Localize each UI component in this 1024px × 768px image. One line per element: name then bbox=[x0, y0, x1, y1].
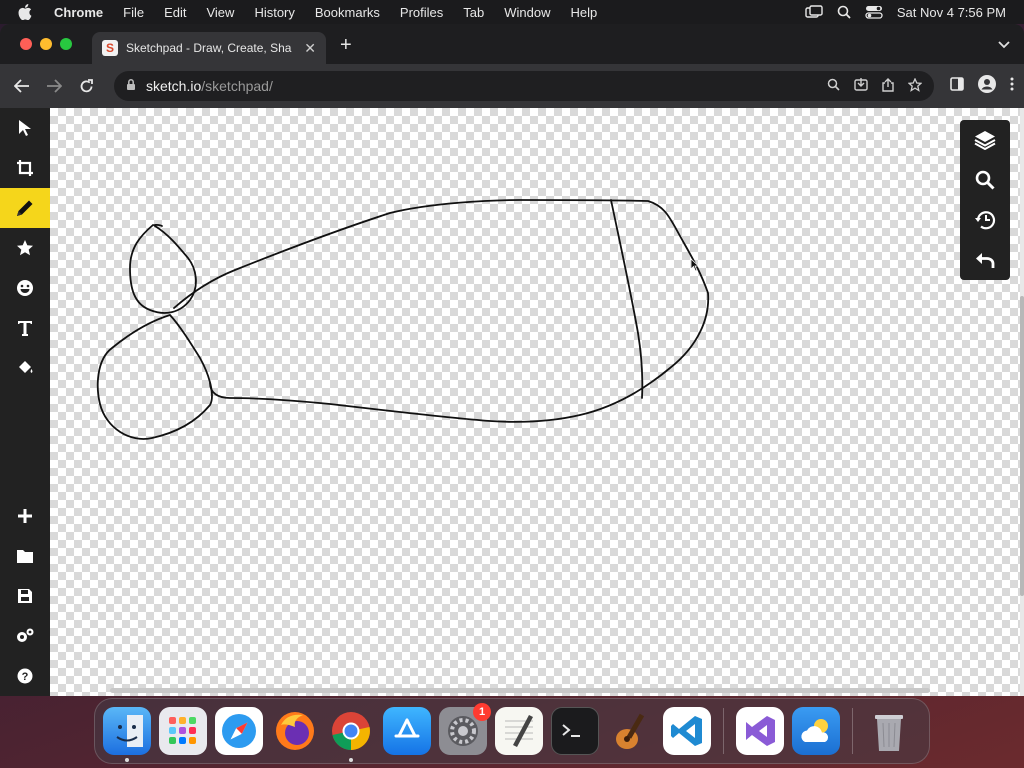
screen-mirroring-icon[interactable] bbox=[805, 5, 823, 19]
stroke-vertical-line bbox=[610, 199, 644, 399]
dock-visual-studio-icon[interactable] bbox=[736, 707, 784, 755]
menu-help[interactable]: Help bbox=[571, 5, 598, 20]
chrome-running-indicator bbox=[349, 758, 353, 762]
back-button[interactable] bbox=[10, 74, 34, 98]
spotlight-search-icon[interactable] bbox=[837, 5, 851, 19]
emoji-tool-button[interactable] bbox=[0, 268, 50, 308]
settings-gears-icon[interactable] bbox=[0, 616, 50, 656]
forward-button[interactable] bbox=[42, 74, 66, 98]
right-panel bbox=[960, 120, 1010, 280]
macos-menu-bar: Chrome File Edit View History Bookmarks … bbox=[0, 0, 1024, 24]
browser-menu-icon[interactable] bbox=[1010, 77, 1014, 96]
new-document-button[interactable] bbox=[0, 496, 50, 536]
lock-icon[interactable] bbox=[126, 78, 136, 94]
address-bar-actions bbox=[827, 76, 923, 95]
layers-button[interactable] bbox=[960, 120, 1010, 160]
drawing-canvas[interactable] bbox=[50, 108, 1020, 696]
dock-chrome-icon[interactable] bbox=[327, 707, 375, 762]
dock-vscode-icon[interactable] bbox=[663, 707, 711, 755]
menu-bar-clock[interactable]: Sat Nov 4 7:56 PM bbox=[897, 5, 1006, 20]
stamp-star-tool-button[interactable] bbox=[0, 228, 50, 268]
dock-safari-icon[interactable] bbox=[215, 707, 263, 755]
undo-button[interactable] bbox=[960, 240, 1010, 280]
url-path: /sketchpad/ bbox=[201, 78, 273, 94]
stroke-lower-loop bbox=[96, 314, 213, 440]
control-center-icon[interactable] bbox=[865, 5, 883, 19]
dock-terminal-icon[interactable] bbox=[551, 707, 599, 755]
dock-separator-2 bbox=[852, 708, 853, 754]
menu-tab[interactable]: Tab bbox=[463, 5, 484, 20]
bookmark-star-icon[interactable] bbox=[907, 76, 923, 95]
new-tab-button[interactable]: + bbox=[340, 34, 352, 57]
search-page-icon[interactable] bbox=[827, 78, 840, 95]
system-settings-badge: 1 bbox=[473, 703, 491, 721]
profile-avatar-icon[interactable] bbox=[978, 74, 996, 98]
dock-app-store-icon[interactable] bbox=[383, 707, 431, 755]
open-folder-button[interactable] bbox=[0, 536, 50, 576]
url-host: sketch.io bbox=[146, 78, 202, 94]
text-tool-button[interactable] bbox=[0, 308, 50, 348]
browser-actions bbox=[950, 74, 1014, 98]
dock-garageband-icon[interactable] bbox=[607, 707, 655, 755]
dock-system-settings-icon[interactable]: 1 bbox=[439, 703, 491, 755]
mouse-pointer-icon bbox=[690, 258, 700, 277]
chrome-window: S Sketchpad - Draw, Create, Sha ✕ + sket… bbox=[0, 24, 1024, 696]
finder-running-indicator bbox=[125, 758, 129, 762]
vertical-scrollbar-thumb[interactable] bbox=[1020, 296, 1024, 596]
dock-finder-icon[interactable] bbox=[103, 707, 151, 762]
dock-separator bbox=[723, 708, 724, 754]
dock-weather-icon[interactable] bbox=[792, 707, 840, 755]
dock-launchpad-icon[interactable] bbox=[159, 707, 207, 755]
zoom-window-button[interactable] bbox=[60, 38, 72, 50]
menu-history[interactable]: History bbox=[254, 5, 294, 20]
vertical-scrollbar[interactable] bbox=[1020, 108, 1024, 696]
pencil-tool-button[interactable] bbox=[0, 188, 50, 228]
menu-edit[interactable]: Edit bbox=[164, 5, 186, 20]
menu-bookmarks[interactable]: Bookmarks bbox=[315, 5, 380, 20]
menu-profiles[interactable]: Profiles bbox=[400, 5, 443, 20]
horizontal-scrollbar[interactable] bbox=[110, 688, 930, 693]
zoom-button[interactable] bbox=[960, 160, 1010, 200]
dock-firefox-icon[interactable] bbox=[271, 707, 319, 755]
menu-view[interactable]: View bbox=[206, 5, 234, 20]
close-tab-icon[interactable]: ✕ bbox=[304, 40, 316, 57]
address-bar[interactable]: sketch.io/sketchpad/ bbox=[114, 71, 934, 101]
apple-menu-icon[interactable] bbox=[18, 4, 36, 20]
left-toolbar: ? bbox=[0, 108, 50, 696]
side-panel-icon[interactable] bbox=[950, 76, 964, 96]
sketchpad-favicon-icon: S bbox=[102, 40, 118, 56]
tab-search-chevron-icon[interactable] bbox=[998, 36, 1010, 54]
browser-toolbar: sketch.io/sketchpad/ bbox=[0, 64, 1024, 108]
menu-app-name[interactable]: Chrome bbox=[54, 5, 103, 20]
crop-tool-button[interactable] bbox=[0, 148, 50, 188]
reload-button[interactable] bbox=[74, 74, 98, 98]
close-window-button[interactable] bbox=[20, 38, 32, 50]
window-controls bbox=[20, 38, 72, 50]
dock-textedit-icon[interactable] bbox=[495, 707, 543, 755]
macos-dock: 1 bbox=[94, 698, 930, 764]
svg-text:?: ? bbox=[22, 671, 29, 683]
menu-file[interactable]: File bbox=[123, 5, 144, 20]
tab-strip: S Sketchpad - Draw, Create, Sha ✕ + bbox=[0, 24, 1024, 64]
fill-bucket-tool-button[interactable] bbox=[0, 348, 50, 388]
tab-sketchpad[interactable]: S Sketchpad - Draw, Create, Sha ✕ bbox=[92, 32, 326, 64]
menu-window[interactable]: Window bbox=[504, 5, 550, 20]
minimize-window-button[interactable] bbox=[40, 38, 52, 50]
sketch-strokes bbox=[96, 199, 710, 440]
save-button[interactable] bbox=[0, 576, 50, 616]
install-app-icon[interactable] bbox=[854, 77, 868, 95]
stroke-body-outline bbox=[173, 199, 710, 423]
sketchpad-page: ? bbox=[0, 108, 1024, 696]
stroke-upper-loop bbox=[129, 223, 197, 314]
history-button[interactable] bbox=[960, 200, 1010, 240]
help-icon[interactable]: ? bbox=[0, 656, 50, 696]
share-icon[interactable] bbox=[882, 77, 894, 95]
tab-title: Sketchpad - Draw, Create, Sha bbox=[126, 41, 292, 55]
dock-trash-icon[interactable] bbox=[865, 707, 913, 755]
select-tool-button[interactable] bbox=[0, 108, 50, 148]
